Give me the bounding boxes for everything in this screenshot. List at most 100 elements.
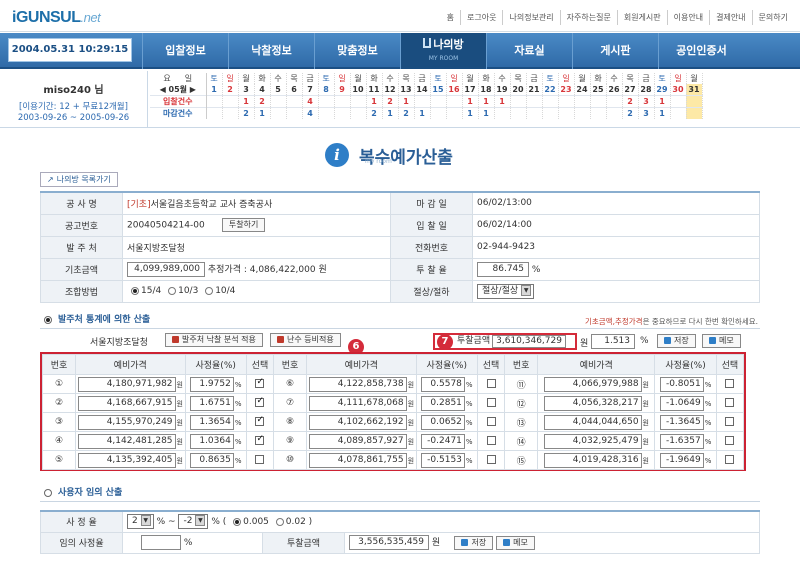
cal-row1-18[interactable]: 1 — [478, 95, 495, 108]
cal-day-22[interactable]: 22 — [542, 84, 559, 96]
cal-row2-11[interactable]: 2 — [366, 107, 383, 119]
apply-analysis-button[interactable]: 발주처 낙찰 분석 적용 — [165, 333, 263, 347]
random-ratio-button[interactable]: 난수 등비적용 — [270, 333, 341, 347]
section-radio-user[interactable] — [44, 489, 52, 497]
base-amount-field[interactable]: 4,099,989,000 — [127, 261, 205, 277]
reserve-price-field[interactable]: 4,032,925,479 — [543, 433, 642, 449]
cal-row1-26[interactable] — [606, 95, 623, 108]
cal-row2-3[interactable]: 2 — [238, 107, 255, 119]
cal-row2-7[interactable]: 4 — [302, 107, 319, 119]
assess-rate-field[interactable]: 1.0364 — [189, 433, 234, 449]
cal-row2-19[interactable] — [494, 107, 511, 119]
select-checkbox[interactable] — [255, 455, 265, 464]
cal-row2-29[interactable]: 1 — [654, 107, 671, 119]
cal-row1-29[interactable]: 1 — [654, 95, 671, 108]
cal-row2-12[interactable]: 1 — [382, 107, 399, 119]
cal-day-30[interactable]: 30 — [670, 84, 687, 96]
cal-day-8[interactable]: 8 — [318, 84, 335, 96]
top-link-1[interactable]: 로그아웃 — [460, 10, 502, 25]
cal-row2-25[interactable] — [590, 107, 607, 119]
assess-rate-field[interactable]: 1.9752 — [189, 376, 234, 392]
cal-day-14[interactable]: 14 — [414, 84, 431, 96]
top-link-0[interactable]: 홈 — [441, 10, 460, 25]
reserve-price-field[interactable]: 4,180,971,982 — [77, 376, 176, 392]
combo-radio-3[interactable] — [205, 286, 214, 295]
reserve-price-field[interactable]: 4,066,979,988 — [543, 376, 642, 392]
cal-day-12[interactable]: 12 — [382, 84, 399, 96]
step-radio-1[interactable] — [233, 517, 242, 526]
cal-row1-28[interactable]: 3 — [638, 95, 655, 108]
reserve-price-field[interactable]: 4,168,667,915 — [77, 395, 176, 411]
assess-rate-field[interactable]: -1.0649 — [659, 395, 704, 411]
select-checkbox[interactable] — [725, 417, 735, 426]
select-checkbox[interactable] — [486, 379, 496, 388]
assess-rate-field[interactable]: 1.6751 — [189, 395, 234, 411]
cal-row2-14[interactable]: 1 — [414, 107, 431, 119]
assess-rate-field[interactable]: 0.2851 — [420, 395, 465, 411]
cal-row2-24[interactable] — [574, 107, 591, 119]
cal-row2-8[interactable] — [318, 107, 335, 119]
nav-tab-1[interactable]: 낙찰정보 — [228, 33, 314, 69]
cal-row1-20[interactable] — [510, 95, 527, 108]
select-checkbox[interactable] — [255, 434, 265, 445]
section-radio-agency[interactable] — [44, 316, 52, 324]
top-link-4[interactable]: 회원게시판 — [616, 10, 667, 25]
user-bid-amount-field[interactable]: 3,556,535,459 — [349, 535, 429, 550]
select-checkbox[interactable] — [725, 455, 735, 464]
cal-row2-21[interactable] — [526, 107, 543, 119]
top-link-3[interactable]: 자주하는질문 — [559, 10, 617, 25]
bid-rate-field[interactable]: 86.745 — [477, 261, 529, 277]
cal-day-1[interactable]: 1 — [206, 84, 223, 96]
cal-day-13[interactable]: 13 — [398, 84, 415, 96]
cal-row2-2[interactable] — [222, 107, 239, 119]
cal-day-20[interactable]: 20 — [510, 84, 527, 96]
select-checkbox[interactable] — [486, 417, 496, 426]
nav-tab-0[interactable]: 입찰정보 — [142, 33, 228, 69]
cal-row2-10[interactable] — [350, 107, 367, 119]
assess-rate-field[interactable]: 0.8635 — [189, 452, 234, 468]
reserve-price-field[interactable]: 4,019,428,316 — [543, 452, 642, 468]
top-link-5[interactable]: 이용안내 — [666, 10, 709, 25]
select-checkbox[interactable] — [255, 415, 265, 426]
cal-row2-17[interactable]: 1 — [462, 107, 479, 119]
cal-row1-31[interactable] — [686, 95, 703, 108]
assess-rate-field[interactable]: -1.6357 — [659, 433, 704, 449]
nav-tab-4[interactable]: 자료실 — [486, 33, 572, 69]
cal-row2-5[interactable] — [270, 107, 287, 119]
assess-rate-field[interactable]: -1.3645 — [659, 414, 704, 430]
cal-row2-30[interactable] — [670, 107, 687, 119]
rate-to-select[interactable]: -2 ▼ — [178, 514, 209, 530]
custom-rate-field[interactable] — [141, 535, 181, 550]
reserve-price-field[interactable]: 4,078,861,755 — [308, 452, 407, 468]
cal-row1-21[interactable] — [526, 95, 543, 108]
cal-row1-23[interactable] — [558, 95, 575, 108]
select-checkbox[interactable] — [725, 436, 735, 445]
cal-row1-27[interactable]: 2 — [622, 95, 639, 108]
cal-row1-16[interactable] — [446, 95, 463, 108]
user-save-button[interactable]: 저장 — [454, 535, 494, 550]
assess-rate-field[interactable]: 1.3654 — [189, 414, 234, 430]
select-checkbox[interactable] — [725, 398, 735, 407]
top-link-2[interactable]: 나의정보관리 — [502, 10, 559, 25]
cal-day-2[interactable]: 2 — [222, 84, 239, 96]
cal-row1-25[interactable] — [590, 95, 607, 108]
cal-row1-11[interactable]: 1 — [366, 95, 383, 108]
user-memo-button[interactable]: 메모 — [496, 535, 535, 550]
cal-row2-4[interactable]: 1 — [254, 107, 271, 119]
cal-row1-7[interactable]: 4 — [302, 95, 319, 108]
assess-rate-field[interactable]: 0.5578 — [420, 376, 465, 392]
cal-row1-3[interactable]: 1 — [238, 95, 255, 108]
cal-day-16[interactable]: 16 — [446, 84, 463, 96]
cal-day-19[interactable]: 19 — [494, 84, 511, 96]
top-link-6[interactable]: 결제안내 — [709, 10, 751, 25]
select-checkbox[interactable] — [486, 398, 496, 407]
combo-radio-2[interactable] — [168, 286, 177, 295]
cal-day-5[interactable]: 5 — [270, 84, 287, 96]
reserve-price-field[interactable]: 4,142,481,285 — [77, 433, 176, 449]
cal-row2-1[interactable] — [206, 107, 223, 119]
nav-tab-6[interactable]: 공인인증서 — [658, 33, 744, 69]
assess-rate-field[interactable]: -0.5153 — [420, 452, 465, 468]
nav-tab-3[interactable]: 나의방 MY ROOM — [400, 33, 486, 69]
cal-day-28[interactable]: 28 — [638, 84, 655, 96]
cal-day-10[interactable]: 10 — [350, 84, 367, 96]
